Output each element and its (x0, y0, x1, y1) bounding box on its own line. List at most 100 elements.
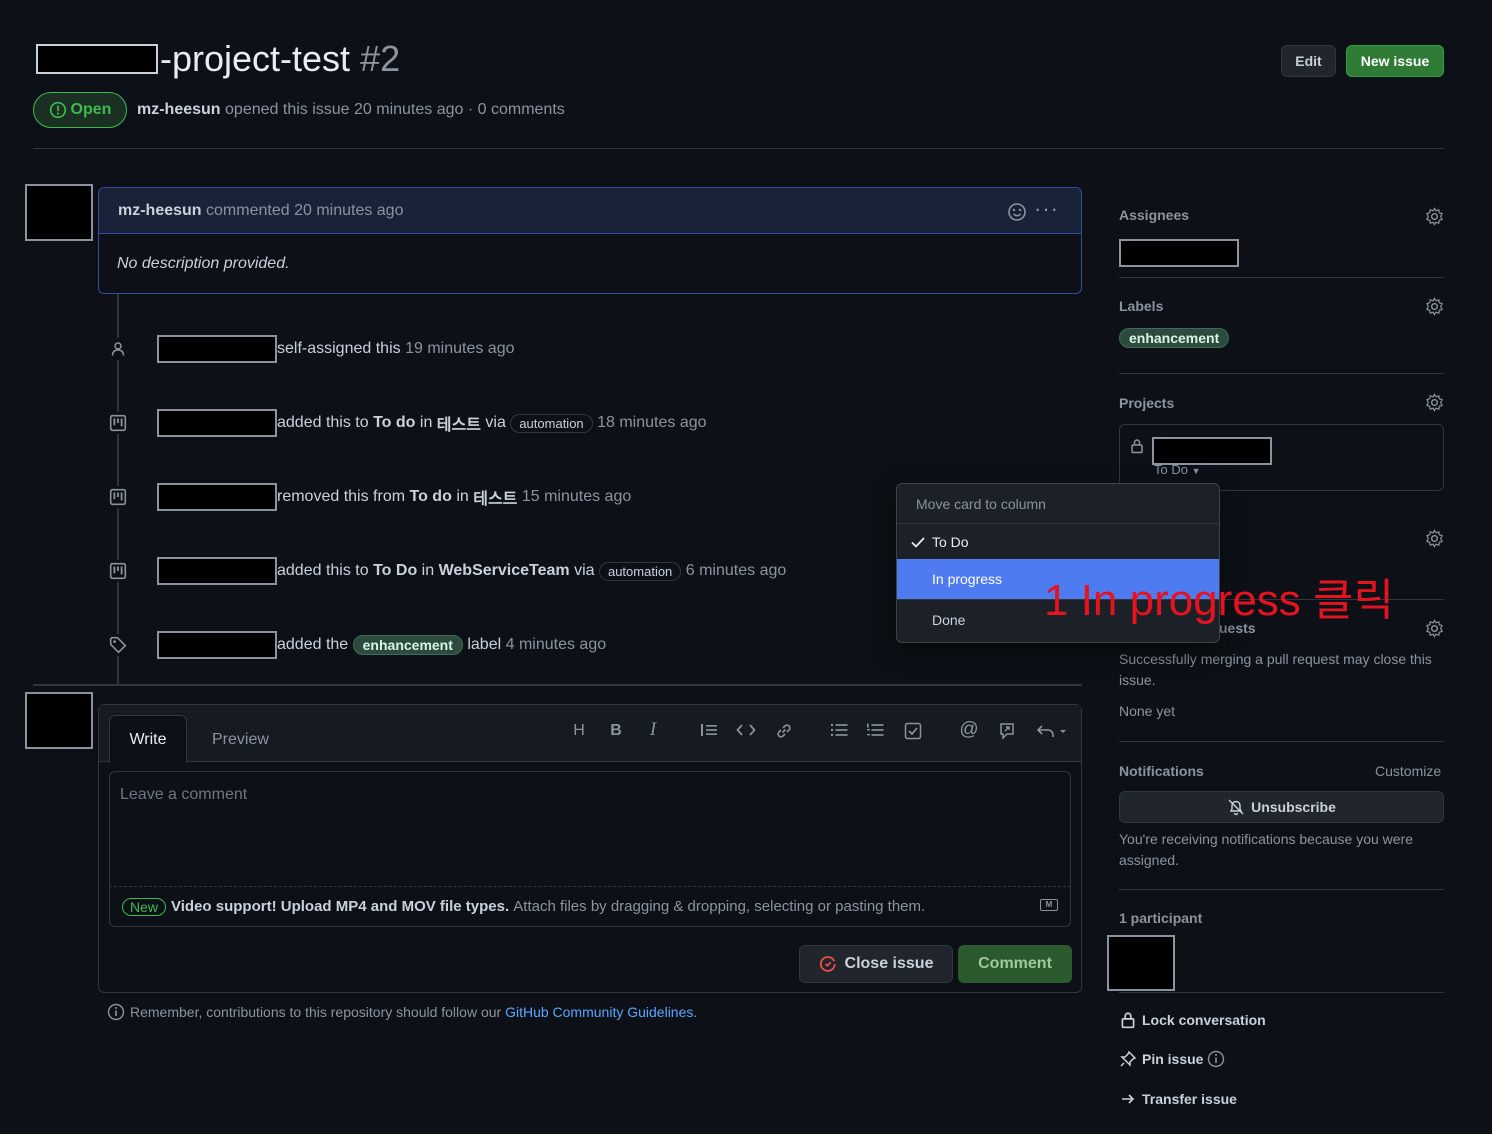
event-time[interactable]: 4 minutes ago (506, 636, 607, 654)
close-issue-label: Close issue (844, 955, 934, 972)
comment-textarea[interactable]: Leave a comment (109, 771, 1071, 887)
redacted-username (157, 557, 277, 585)
assignees-title[interactable]: Assignees (1119, 207, 1189, 223)
heading-icon[interactable]: H (568, 722, 590, 740)
project-link[interactable]: 테스트 (473, 485, 517, 509)
comment-body: No description provided. (117, 255, 290, 272)
pin-issue-label: Pin issue (1142, 1051, 1204, 1067)
event-time[interactable]: 18 minutes ago (597, 414, 706, 432)
gear-icon[interactable] (1425, 529, 1444, 548)
lock-conversation-link[interactable]: Lock conversation (1119, 1011, 1266, 1029)
pin-issue-link[interactable]: Pin issue (1119, 1050, 1225, 1068)
reference-icon[interactable] (996, 722, 1018, 740)
redacted-username (157, 335, 277, 363)
customize-link[interactable]: Customize (1375, 763, 1441, 779)
unsubscribe-button[interactable]: Unsubscribe (1119, 791, 1444, 823)
redacted-username (157, 409, 277, 437)
notifications-title: Notifications (1119, 763, 1204, 779)
event-text: via (574, 562, 595, 579)
tab-preview[interactable]: Preview (212, 731, 269, 749)
link-icon[interactable] (773, 722, 795, 740)
upload-bar[interactable]: New Video support! Upload MP4 and MOV fi… (109, 887, 1071, 927)
saved-replies-icon[interactable] (1034, 722, 1070, 740)
gear-icon[interactable] (1425, 207, 1444, 226)
timeline-event-added: added this to To do in 테스트 via automatio… (107, 408, 707, 438)
issue-meta-text: opened this issue 20 minutes ago · 0 com… (225, 101, 565, 118)
comment-author-link[interactable]: mz-heesun (118, 202, 202, 220)
project-column-select[interactable]: To Do ▼ (1154, 462, 1201, 477)
participants-title: 1 participant (1119, 910, 1203, 926)
lock-conversation-label: Lock conversation (1142, 1012, 1266, 1028)
projects-title[interactable]: Projects (1119, 395, 1174, 411)
development-description: Successfully merging a pull request may … (1119, 651, 1432, 688)
gear-icon[interactable] (1425, 297, 1444, 316)
markdown-icon[interactable]: M (1040, 899, 1058, 911)
guidelines-period: . (693, 1004, 698, 1020)
sidebar-divider (1119, 277, 1444, 278)
transfer-issue-link[interactable]: Transfer issue (1119, 1090, 1237, 1108)
guidelines-text: Remember, contributions to this reposito… (130, 1004, 502, 1020)
instruction-annotation: 1 In progress 클릭 (1044, 576, 1394, 625)
numbered-list-icon[interactable] (864, 722, 886, 738)
notifications-description: You're receiving notifications because y… (1119, 831, 1413, 868)
development-none: None yet (1119, 703, 1176, 719)
timeline-event-added: added this to To Do in WebServiceTeam vi… (107, 556, 786, 586)
comment-placeholder: Leave a comment (120, 786, 248, 803)
info-icon (107, 1003, 125, 1021)
kebab-menu-icon[interactable]: ··· (1034, 196, 1059, 222)
guidelines-link[interactable]: GitHub Community Guidelines (505, 1004, 693, 1020)
mention-icon[interactable]: @ (958, 719, 980, 741)
person-icon (107, 338, 129, 360)
quote-icon[interactable] (698, 722, 720, 738)
redacted-assignee[interactable] (1119, 239, 1239, 267)
label-enhancement[interactable]: enhancement (352, 635, 463, 655)
code-icon[interactable] (735, 722, 757, 738)
check-icon (911, 536, 925, 548)
project-icon (107, 486, 129, 508)
dropdown-item-to-do[interactable]: To Do (897, 523, 1219, 559)
event-text: via (485, 414, 506, 431)
label-enhancement[interactable]: enhancement (1119, 328, 1230, 348)
automation-badge: automation (598, 561, 682, 581)
comment-button[interactable]: Comment (958, 945, 1072, 983)
gear-icon[interactable] (1425, 619, 1444, 638)
labels-title[interactable]: Labels (1119, 298, 1163, 314)
smiley-icon[interactable] (1007, 202, 1027, 222)
bulleted-list-icon[interactable] (828, 722, 850, 738)
edit-button[interactable]: Edit (1281, 45, 1336, 77)
tab-write[interactable]: Write (109, 715, 187, 763)
event-text: added the (277, 636, 349, 653)
close-issue-button[interactable]: Close issue (799, 945, 953, 983)
participant-avatar[interactable] (1107, 935, 1175, 991)
timeline-event-labeled: added the enhancement label 4 minutes ag… (107, 630, 606, 660)
project-link[interactable]: WebServiceTeam (439, 562, 570, 580)
new-issue-button[interactable]: New issue (1346, 45, 1444, 77)
event-time[interactable]: 15 minutes ago (522, 488, 631, 506)
new-badge: New (122, 897, 167, 916)
redacted-username (157, 631, 277, 659)
event-time[interactable]: 19 minutes ago (405, 340, 514, 358)
comment-box: mz-heesun commented 20 minutes ago ··· N… (98, 187, 1082, 294)
italic-icon[interactable]: I (642, 719, 664, 741)
column-name: To do (373, 414, 416, 431)
event-text: in (456, 488, 469, 505)
task-list-icon[interactable] (902, 722, 924, 740)
info-icon[interactable] (1207, 1050, 1225, 1068)
event-time[interactable]: 6 minutes ago (686, 562, 787, 580)
dropdown-caret (1197, 484, 1211, 491)
project-link[interactable]: 테스트 (437, 411, 481, 435)
sidebar-divider (1119, 889, 1444, 890)
bold-icon[interactable]: B (605, 722, 627, 740)
redacted-repo-name (36, 44, 158, 74)
pin-icon (1120, 1050, 1137, 1067)
comment-editor: Write Preview Leave a comment New Video … (98, 704, 1082, 993)
upload-text: Attach files by dragging & dropping, sel… (513, 898, 926, 915)
issue-title: -project-test #2 (160, 38, 400, 80)
dropdown-header: Move card to column (916, 496, 1046, 512)
community-guidelines-note: Remember, contributions to this reposito… (107, 1003, 697, 1021)
upload-headline: Video support! Upload MP4 and MOV file t… (171, 898, 510, 915)
redacted-project-name[interactable] (1152, 437, 1272, 465)
gear-icon[interactable] (1425, 393, 1444, 412)
sidebar-divider (1119, 741, 1444, 742)
issue-author-link[interactable]: mz-heesun (137, 101, 221, 118)
